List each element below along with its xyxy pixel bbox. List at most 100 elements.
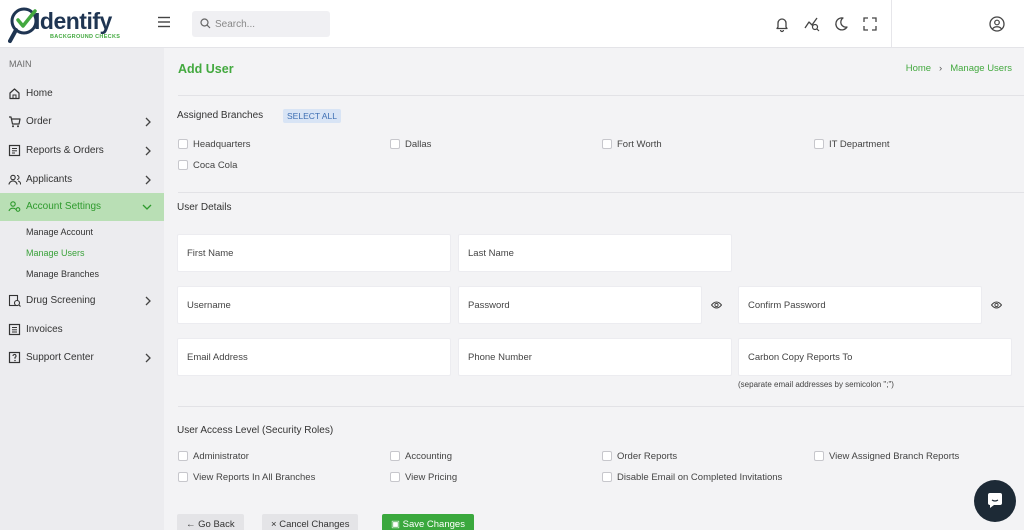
checkbox[interactable] <box>814 139 824 149</box>
phone-input[interactable] <box>459 339 731 375</box>
chevron-right-icon <box>145 175 151 185</box>
page-title: Add User <box>178 62 234 76</box>
checkbox[interactable] <box>178 472 188 482</box>
branch-label: IT Department <box>829 139 890 150</box>
top-bar: Identify BACKGROUND CHECKS <box>0 0 1024 48</box>
first-name-field <box>177 234 451 272</box>
chevron-right-icon <box>145 353 151 363</box>
role-label: Accounting <box>405 451 453 462</box>
sidebar-item-home[interactable]: Home <box>0 80 164 108</box>
cc-reports-hint: (separate email addresses by semicolon "… <box>738 380 894 389</box>
divider <box>178 95 1024 96</box>
user-details-title: User Details <box>177 202 232 213</box>
role-label: View Assigned Branch Reports <box>829 451 960 462</box>
eye-icon <box>991 301 1002 309</box>
checkbox[interactable] <box>390 139 400 149</box>
last-name-field <box>458 234 732 272</box>
cc-reports-field <box>738 338 1012 376</box>
breadcrumb-manage-users[interactable]: Manage Users <box>950 63 1012 74</box>
checkbox[interactable] <box>178 451 188 461</box>
sidebar-item-order[interactable]: Order <box>0 108 164 136</box>
checkbox[interactable] <box>602 139 612 149</box>
username-input[interactable] <box>178 287 450 323</box>
password-field <box>458 286 702 324</box>
sidebar-item-label: Support Center <box>26 352 94 363</box>
chevron-right-icon <box>145 146 151 156</box>
role-label: Administrator <box>193 451 249 462</box>
access-level-title: User Access Level (Security Roles) <box>177 425 334 436</box>
confirm-password-field <box>738 286 982 324</box>
select-all-button[interactable]: SELECT ALL <box>283 109 341 123</box>
email-input[interactable] <box>178 339 450 375</box>
fullscreen-icon[interactable] <box>861 15 879 33</box>
username-field <box>177 286 451 324</box>
password-input[interactable] <box>459 287 701 323</box>
sidebar-item-label: Order <box>26 116 52 127</box>
bell-icon[interactable] <box>773 15 791 33</box>
chevron-right-icon <box>145 296 151 306</box>
checkbox[interactable] <box>390 472 400 482</box>
role-label: Order Reports <box>617 451 678 462</box>
cancel-changes-button[interactable]: × Cancel Changes <box>262 514 359 530</box>
search-input[interactable] <box>215 15 323 33</box>
sidebar-item-label: Applicants <box>26 174 73 185</box>
checkbox[interactable] <box>602 472 612 482</box>
cc-reports-input[interactable] <box>739 339 1011 375</box>
chevron-down-icon <box>142 204 152 210</box>
sidebar-item-label: Invoices <box>26 324 63 335</box>
confirm-password-input[interactable] <box>739 287 981 323</box>
password-visibility-toggle[interactable] <box>702 286 732 324</box>
checkbox[interactable] <box>814 451 824 461</box>
save-icon: ▣ <box>391 519 400 530</box>
checkbox[interactable] <box>602 451 612 461</box>
sidebar-item-invoices[interactable]: Invoices <box>0 316 164 344</box>
user-circle-icon[interactable] <box>988 15 1006 33</box>
sidebar-subitem-manage-account[interactable]: Manage Account <box>26 227 93 237</box>
close-icon: × <box>271 519 277 530</box>
users-icon <box>8 174 21 185</box>
moon-icon[interactable] <box>832 15 850 33</box>
search-box <box>192 11 330 37</box>
go-back-label: Go Back <box>198 519 235 530</box>
topbar-divider <box>891 0 892 47</box>
sidebar: MAIN Home Order Reports & Orders Applica… <box>0 48 164 530</box>
checkbox[interactable] <box>178 160 188 170</box>
search-icon <box>200 18 211 29</box>
chat-icon <box>988 493 1002 508</box>
sidebar-subitem-manage-users[interactable]: Manage Users <box>26 248 85 258</box>
branch-label: Coca Cola <box>193 160 238 171</box>
menu-icon[interactable] <box>156 14 172 30</box>
checkbox[interactable] <box>178 139 188 149</box>
save-changes-button[interactable]: ▣ Save Changes <box>382 514 474 530</box>
cart-icon <box>9 116 21 128</box>
sidebar-item-account-settings[interactable]: Account Settings <box>0 193 164 221</box>
sidebar-item-applicants[interactable]: Applicants <box>0 166 164 194</box>
confirm-password-visibility-toggle[interactable] <box>982 286 1012 324</box>
account-settings-icon <box>8 201 21 212</box>
checkbox[interactable] <box>390 451 400 461</box>
eye-icon <box>711 301 722 309</box>
brand-logo[interactable]: Identify BACKGROUND CHECKS <box>8 5 138 45</box>
analytics-icon[interactable] <box>803 15 821 33</box>
sidebar-item-label: Drug Screening <box>26 295 96 306</box>
phone-field <box>458 338 732 376</box>
invoice-icon <box>8 323 21 336</box>
cancel-label: Cancel Changes <box>279 519 350 530</box>
sidebar-item-support-center[interactable]: Support Center <box>0 344 164 372</box>
brand-name: Identify <box>34 8 112 34</box>
assigned-branches-title: Assigned Branches <box>177 110 264 121</box>
go-back-button[interactable]: ← Go Back <box>177 514 244 530</box>
sidebar-item-drug-screening[interactable]: Drug Screening <box>0 287 164 315</box>
arrow-left-icon: ← <box>186 519 196 530</box>
last-name-input[interactable] <box>459 235 731 271</box>
save-label: Save Changes <box>402 519 465 530</box>
chat-widget-button[interactable] <box>974 480 1016 522</box>
main-content: Add User Home › Manage Users Assigned Bran… <box>164 48 1024 530</box>
divider <box>178 406 1024 407</box>
sidebar-heading: MAIN <box>9 59 32 69</box>
sidebar-subitem-manage-branches[interactable]: Manage Branches <box>26 269 99 279</box>
breadcrumb-home[interactable]: Home <box>906 63 931 74</box>
sidebar-item-reports-orders[interactable]: Reports & Orders <box>0 137 164 165</box>
sidebar-item-label: Home <box>26 88 53 99</box>
first-name-input[interactable] <box>178 235 450 271</box>
